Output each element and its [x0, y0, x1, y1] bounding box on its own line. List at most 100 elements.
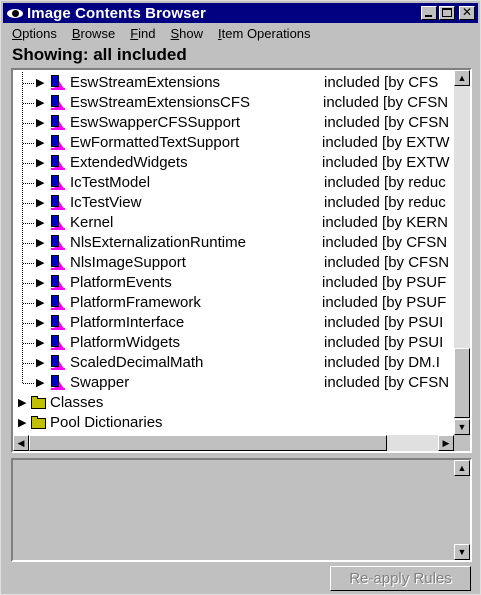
tree-row[interactable]: ▶ ScaledDecimalMath included [by DM.I — [13, 352, 454, 373]
tree-row[interactable]: ▶ NlsImageSupport included [by CFSN — [13, 252, 454, 273]
tree-row[interactable]: ▶ PlatformWidgets included [by PSUI — [13, 332, 454, 353]
scroll-up-button[interactable]: ▲ — [454, 70, 470, 86]
close-button[interactable]: ✕ — [459, 5, 475, 20]
details-vertical-scrollbar[interactable]: ▲ ▼ — [454, 460, 470, 560]
tree-item-status: included [by KERN — [322, 214, 448, 231]
scroll-right-button[interactable]: ▶ — [438, 435, 454, 451]
vertical-scroll-thumb[interactable] — [454, 348, 470, 418]
tree-item-status: included [by reduc — [324, 194, 446, 211]
tree-row[interactable]: ▶ PlatformEvents included [by PSUF — [13, 272, 454, 293]
details-text-area[interactable]: ▲ ▼ — [11, 458, 472, 562]
class-icon — [49, 255, 65, 271]
tree-line — [23, 183, 34, 184]
expand-arrow-icon[interactable]: ▶ — [36, 337, 44, 349]
horizontal-scroll-thumb[interactable] — [29, 435, 387, 451]
tree-item-name: ExtendedWidgets — [70, 154, 188, 171]
vertical-scrollbar[interactable]: ▲ ▼ — [454, 70, 470, 435]
expand-arrow-icon[interactable]: ▶ — [36, 357, 44, 369]
tree-item-status: included [by DM.I — [324, 354, 440, 371]
expand-arrow-icon[interactable]: ▶ — [36, 97, 44, 109]
tree-row[interactable]: ▶ EswSwapperCFSSupport included [by CFSN — [13, 112, 454, 133]
tree-item-status: included [by PSUI — [324, 314, 444, 331]
menu-browse[interactable]: Browse — [66, 26, 121, 41]
details-scroll-down-button[interactable]: ▼ — [454, 544, 470, 560]
details-scroll-up-button[interactable]: ▲ — [454, 460, 470, 476]
tree-category-row[interactable]: ▶ Pool Dictionaries — [13, 413, 454, 433]
expand-arrow-icon[interactable]: ▶ — [18, 417, 26, 429]
menu-item-operations[interactable]: Item Operations — [212, 26, 317, 41]
tree-item-name: NlsExternalizationRuntime — [70, 234, 246, 251]
tree-row[interactable]: ▶ Kernel included [by KERN — [13, 212, 454, 233]
tree-item-name: PlatformInterface — [70, 314, 185, 331]
expand-arrow-icon[interactable]: ▶ — [36, 177, 44, 189]
expand-arrow-icon[interactable]: ▶ — [36, 297, 44, 309]
eye-icon[interactable] — [6, 5, 24, 21]
class-icon — [49, 355, 65, 371]
tree-panel: ▶ EswStreamExtensions included [by CFS ▶ Esw… — [11, 68, 472, 453]
tree-row[interactable]: ▶ IcTestView included [by reduc — [13, 192, 454, 213]
class-icon — [49, 135, 65, 151]
menu-show[interactable]: Show — [165, 26, 210, 41]
tree-item-status: included [by PSUF — [322, 294, 447, 311]
class-icon — [49, 275, 65, 291]
tree-row[interactable]: ▶ PlatformFramework included [by PSUF — [13, 292, 454, 313]
class-icon — [49, 375, 65, 391]
expand-arrow-icon[interactable]: ▶ — [36, 77, 44, 89]
tree-row[interactable]: ▶ EwFormattedTextSupport included [by EXTW — [13, 132, 454, 153]
expand-arrow-icon[interactable]: ▶ — [18, 397, 26, 409]
tree-item-status: included [by CFSN — [322, 234, 448, 251]
tree-row[interactable]: ▶ PlatformInterface included [by PSUI — [13, 312, 454, 333]
tree-row[interactable]: ▶ ExtendedWidgets included [by EXTW — [13, 152, 454, 173]
expand-arrow-icon[interactable]: ▶ — [36, 137, 44, 149]
tree-item-status: included [by CFS — [324, 74, 439, 91]
maximize-button[interactable] — [439, 6, 455, 20]
tree-line — [23, 243, 34, 244]
tree-line — [23, 263, 34, 264]
tree-line — [23, 103, 34, 104]
menu-find[interactable]: Find — [124, 26, 161, 41]
expand-arrow-icon[interactable]: ▶ — [36, 377, 44, 389]
tree-category-name: Classes — [50, 394, 104, 411]
tree-item-status: included [by PSUF — [322, 274, 447, 291]
tree-row[interactable]: ▶ NlsExternalizationRuntime included [by C… — [13, 232, 454, 253]
menu-options[interactable]: Options — [6, 26, 63, 41]
tree-line — [23, 123, 34, 124]
tree-view[interactable]: ▶ EswStreamExtensions included [by CFS ▶ Esw… — [13, 70, 454, 435]
tree-row[interactable]: ▶ EswStreamExtensionsCFS included [by CFSN — [13, 92, 454, 113]
tree-line — [23, 363, 34, 364]
class-icon — [49, 195, 65, 211]
scroll-down-button[interactable]: ▼ — [454, 419, 470, 435]
tree-item-status: included [by reduc — [324, 174, 446, 191]
tree-item-name: Swapper — [70, 374, 130, 391]
expand-arrow-icon[interactable]: ▶ — [36, 117, 44, 129]
tree-item-status: included [by EXTW — [322, 134, 450, 151]
tree-row[interactable]: ▶ EswStreamExtensions included [by CFS — [13, 72, 454, 93]
tree-category-name: Pool Dictionaries — [50, 414, 163, 431]
tree-item-name: EswStreamExtensions — [70, 74, 221, 91]
expand-arrow-icon[interactable]: ▶ — [36, 197, 44, 209]
minimize-button[interactable] — [421, 6, 437, 20]
tree-line — [23, 383, 34, 384]
expand-arrow-icon[interactable]: ▶ — [36, 257, 44, 269]
expand-arrow-icon[interactable]: ▶ — [36, 217, 44, 229]
class-icon — [49, 295, 65, 311]
reapply-rules-button[interactable]: Re-apply Rules — [330, 566, 471, 591]
tree-category-row[interactable]: ▶ Classes — [13, 393, 454, 413]
tree-row[interactable]: ▶ Swapper included [by CFSN — [13, 372, 454, 393]
expand-arrow-icon[interactable]: ▶ — [36, 237, 44, 249]
window-title: Image Contents Browser — [27, 4, 206, 22]
tree-item-name: PlatformFramework — [70, 294, 201, 311]
scroll-left-button[interactable]: ◀ — [13, 435, 29, 451]
tree-item-status: included [by CFSN — [324, 374, 450, 391]
tree-item-name: PlatformEvents — [70, 274, 172, 291]
tree-row[interactable]: ▶ IcTestModel included [by reduc — [13, 172, 454, 193]
tree-item-name: EswSwapperCFSSupport — [70, 114, 241, 131]
horizontal-scrollbar[interactable]: ◀ ▶ — [13, 435, 454, 451]
class-icon — [49, 335, 65, 351]
expand-arrow-icon[interactable]: ▶ — [36, 157, 44, 169]
showing-label: Showing: all included — [12, 45, 187, 64]
expand-arrow-icon[interactable]: ▶ — [36, 277, 44, 289]
expand-arrow-icon[interactable]: ▶ — [36, 317, 44, 329]
tree-line — [23, 143, 34, 144]
tree-line — [23, 223, 34, 224]
